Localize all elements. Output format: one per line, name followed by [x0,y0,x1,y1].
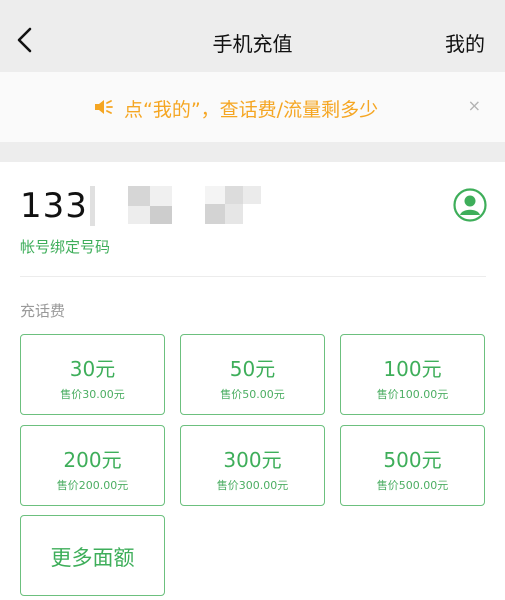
option-amount: 100元 [383,357,442,381]
option-price: 售价300.00元 [216,479,289,492]
option-price: 售价500.00元 [376,479,449,492]
option-amount: 300元 [223,448,282,472]
option-price: 售价50.00元 [220,388,285,401]
amount-option-100[interactable]: 100元 售价100.00元 [340,334,485,415]
option-price: 售价30.00元 [60,388,125,401]
amount-option-300[interactable]: 300元 售价300.00元 [180,425,325,506]
option-amount: 50元 [229,357,276,381]
amount-option-50[interactable]: 50元 售价50.00元 [180,334,325,415]
option-amount: 30元 [69,357,116,381]
close-icon[interactable]: × [468,96,481,115]
option-price: 售价200.00元 [56,479,129,492]
amount-option-200[interactable]: 200元 售价200.00元 [20,425,165,506]
redacted-digits [205,186,261,226]
notice-text[interactable]: 点“我的”，查话费/流量剩多少 [124,95,378,122]
nav-bar: 手机充值 我的 [0,0,505,72]
amount-option-30[interactable]: 30元 售价30.00元 [20,334,165,415]
option-amount: 500元 [383,448,442,472]
more-amounts-button[interactable]: 更多面额 [20,515,165,596]
redacted-digits [128,186,172,226]
my-link[interactable]: 我的 [445,28,485,57]
option-price: 售价100.00元 [376,388,449,401]
account-bound-label: 帐号绑定号码 [20,238,111,256]
redacted-digits [90,186,95,226]
amount-option-500[interactable]: 500元 售价500.00元 [340,425,485,506]
phone-number[interactable]: 133 [20,186,88,226]
page-title: 手机充值 [212,32,293,56]
speaker-icon [95,100,113,114]
divider [20,276,486,277]
option-amount: 200元 [63,448,122,472]
more-amounts-label: 更多面额 [50,546,135,570]
user-avatar-icon[interactable] [453,188,487,222]
section-label-topup: 充话费 [20,302,66,320]
